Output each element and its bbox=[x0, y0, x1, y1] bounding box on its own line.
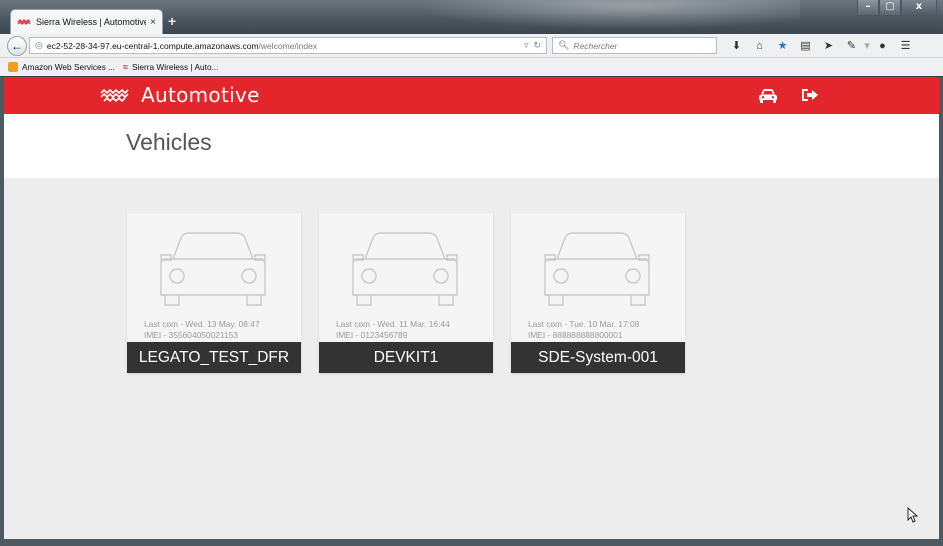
bookmark-label: Amazon Web Services ... bbox=[22, 62, 115, 72]
close-window-button[interactable]: x bbox=[901, 0, 937, 16]
vehicle-meta: Last com - Tue. 10 Mar. 17:08 IMEI - 888… bbox=[528, 319, 639, 341]
mouse-cursor-icon bbox=[907, 507, 919, 523]
car-icon bbox=[544, 232, 650, 306]
navigation-toolbar: ← ◎ ec2-52-28-34-97.eu-central-1.compute… bbox=[0, 34, 943, 58]
imei: IMEI - 355604050021153 bbox=[144, 330, 238, 340]
bookmarks-bar: Amazon Web Services ... ≈ Sierra Wireles… bbox=[0, 58, 943, 76]
minimize-button[interactable]: – bbox=[857, 0, 879, 16]
download-icon[interactable]: ⬇ bbox=[725, 39, 748, 52]
imei: IMEI - 0123456789 bbox=[336, 330, 408, 340]
app-header: Automotive bbox=[4, 77, 939, 114]
new-tab-button[interactable]: + bbox=[168, 13, 176, 29]
vehicle-card[interactable]: Last com - Tue. 10 Mar. 17:08 IMEI - 888… bbox=[511, 213, 685, 373]
vehicle-meta: Last com - Wed. 11 Mar. 16:44 IMEI - 012… bbox=[336, 319, 450, 341]
bookmark-aws[interactable]: Amazon Web Services ... bbox=[8, 62, 115, 72]
vehicle-meta: Last com - Wed. 13 May. 08:47 IMEI - 355… bbox=[144, 319, 260, 341]
last-com: Last com - Tue. 10 Mar. 17:08 bbox=[528, 319, 640, 329]
vehicle-card[interactable]: Last com - Wed. 11 Mar. 16:44 IMEI - 012… bbox=[319, 213, 493, 373]
car-icon bbox=[160, 232, 266, 306]
bookmark-star-icon[interactable]: ★ bbox=[771, 39, 794, 52]
window-border-right bbox=[939, 77, 943, 546]
back-arrow-icon: ← bbox=[11, 38, 23, 53]
dropdown-icon[interactable]: ▾ bbox=[863, 39, 871, 52]
vehicle-name[interactable]: SDE-System-001 bbox=[511, 342, 685, 373]
clipboard-icon[interactable]: ▤ bbox=[794, 39, 817, 52]
search-field[interactable]: 🔍︎ Rechercher bbox=[552, 37, 717, 54]
vehicle-name[interactable]: DEVKIT1 bbox=[319, 342, 493, 373]
home-icon[interactable]: ⌂ bbox=[748, 40, 771, 52]
sierra-wireless-logo bbox=[100, 88, 129, 103]
extension-icon[interactable]: ✎ bbox=[840, 39, 863, 52]
url-path: /welcome/index bbox=[258, 40, 318, 51]
site-identity-icon[interactable]: ◎ bbox=[35, 40, 43, 51]
vehicle-card[interactable]: Last com - Wed. 13 May. 08:47 IMEI - 355… bbox=[127, 213, 301, 373]
menu-icon[interactable]: ☰ bbox=[894, 39, 917, 52]
search-icon: 🔍︎ bbox=[558, 40, 570, 50]
window-border-left bbox=[0, 77, 4, 546]
window-controls: – ▢ x bbox=[857, 0, 937, 16]
window-border-bottom bbox=[0, 539, 943, 546]
chat-icon[interactable]: ● bbox=[871, 40, 894, 52]
toolbar-icons: ⬇ ⌂ ★ ▤ ➤ ✎ ▾ ● ☰ bbox=[725, 39, 917, 53]
sierra-wireless-icon: ≈ bbox=[123, 62, 128, 72]
window-titlebar: Sierra Wireless | Automotive × + – ▢ x bbox=[0, 0, 943, 34]
app-brand[interactable]: Automotive bbox=[141, 83, 260, 107]
browser-tab[interactable]: Sierra Wireless | Automotive × bbox=[10, 9, 163, 34]
last-com: Last com - Wed. 13 May. 08:47 bbox=[144, 319, 260, 329]
imei: IMEI - 888888888800001 bbox=[528, 330, 623, 340]
tab-close-icon[interactable]: × bbox=[150, 17, 156, 28]
maximize-button[interactable]: ▢ bbox=[879, 0, 901, 16]
bookmark-label: Sierra Wireless | Auto... bbox=[131, 62, 219, 72]
vehicle-name[interactable]: LEGATO_TEST_DFR bbox=[127, 342, 301, 373]
address-bar[interactable]: ◎ ec2-52-28-34-97.eu-central-1.compute.a… bbox=[29, 37, 547, 54]
page-title: Vehicles bbox=[126, 129, 212, 155]
bookmark-sierra[interactable]: ≈ Sierra Wireless | Auto... bbox=[123, 62, 219, 72]
aws-icon bbox=[8, 62, 18, 72]
logout-icon[interactable] bbox=[800, 86, 820, 104]
page-title-band: Vehicles bbox=[4, 114, 939, 178]
vehicles-nav-icon[interactable] bbox=[758, 86, 778, 104]
url-host: ec2-52-28-34-97.eu-central-1.compute.ama… bbox=[46, 40, 259, 51]
tab-title: Sierra Wireless | Automotive bbox=[36, 17, 147, 27]
send-icon[interactable]: ➤ bbox=[817, 39, 840, 52]
back-button[interactable]: ← bbox=[7, 35, 27, 56]
sierra-wireless-favicon bbox=[17, 19, 31, 25]
web-page: Automotive Vehicles Last com - Wed. 13 M… bbox=[4, 77, 939, 539]
last-com: Last com - Wed. 11 Mar. 16:44 bbox=[336, 319, 450, 329]
reload-icon[interactable]: ▿ ↻ bbox=[524, 40, 541, 51]
search-placeholder: Rechercher bbox=[573, 40, 618, 51]
car-icon bbox=[352, 232, 458, 306]
